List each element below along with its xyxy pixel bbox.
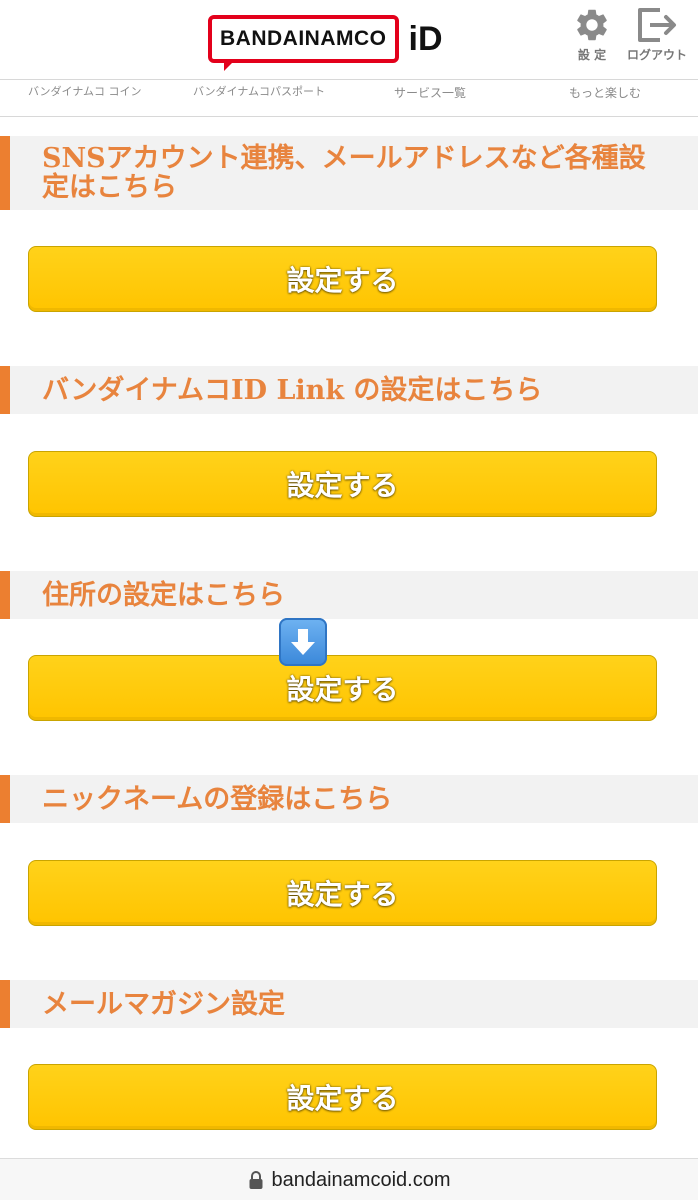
logo-text: BANDAINAMCO — [220, 27, 387, 50]
page: BANDAINAMCO iD 設 定 ログアウト バンダイナムコ コイン バンダ… — [0, 0, 698, 1200]
settings-button[interactable]: 設 定 — [572, 6, 612, 63]
header: BANDAINAMCO iD 設 定 ログアウト — [0, 0, 698, 80]
section-title-sns: SNSアカウント連携、メールアドレスなど各種設定はこちら — [0, 136, 698, 210]
down-arrow-glyph — [291, 629, 315, 655]
section-title-id-link: バンダイナムコID Link の設定はこちら — [0, 366, 698, 414]
logo-id: iD — [408, 20, 443, 58]
logout-label: ログアウト — [626, 48, 687, 62]
section-title-nickname: ニックネームの登録はこちら — [0, 775, 698, 823]
setup-button-id-link[interactable]: 設定する — [28, 451, 657, 517]
bandainamco-id-logo[interactable]: BANDAINAMCO iD — [208, 15, 443, 71]
setup-button-mail-magazine[interactable]: 設定する — [28, 1064, 657, 1130]
gear-icon — [577, 9, 607, 41]
url-text: bandainamcoid.com — [271, 1168, 451, 1191]
browser-url-bar[interactable]: bandainamcoid.com — [0, 1158, 698, 1200]
setup-button-sns[interactable]: 設定する — [28, 246, 657, 312]
nav-item-coin[interactable]: バンダイナムコ コイン — [28, 83, 142, 99]
logout-icon — [638, 8, 676, 42]
logout-button[interactable]: ログアウト — [620, 6, 694, 63]
setup-button-address[interactable]: 設定する — [28, 655, 657, 721]
nav-item-passport[interactable]: バンダイナムコパスポート — [193, 83, 325, 99]
section-title-mail-magazine: メールマガジン設定 — [0, 980, 698, 1028]
nav-item-more[interactable]: もっと楽しむ — [569, 84, 641, 101]
down-arrow-icon — [279, 618, 327, 666]
lock-icon — [249, 1171, 262, 1189]
top-nav: バンダイナムコ コイン バンダイナムコパスポート サービス一覧 もっと楽しむ — [0, 79, 698, 117]
settings-label: 設 定 — [577, 48, 607, 62]
nav-item-services[interactable]: サービス一覧 — [394, 84, 466, 101]
setup-button-nickname[interactable]: 設定する — [28, 860, 657, 926]
section-title-address: 住所の設定はこちら — [0, 571, 698, 619]
logo-box: BANDAINAMCO — [208, 15, 399, 71]
